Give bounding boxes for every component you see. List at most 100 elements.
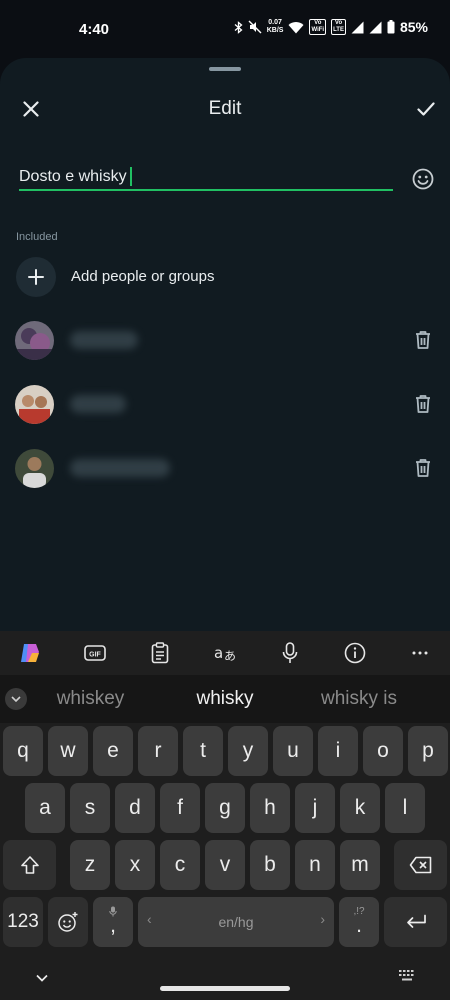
keyboard-toolbar: GIF aあ — [0, 631, 450, 675]
backspace-key[interactable] — [394, 840, 447, 890]
speed-value: 0.07 — [268, 19, 282, 26]
member-name-blurred — [70, 395, 126, 413]
text-cursor — [130, 167, 132, 187]
keyboard-icon — [399, 970, 414, 981]
key-o[interactable]: o — [363, 726, 403, 776]
enter-key[interactable] — [384, 897, 447, 947]
key-q[interactable]: q — [3, 726, 43, 776]
key-u[interactable]: u — [273, 726, 313, 776]
key-v[interactable]: v — [205, 840, 245, 890]
signal-icon-2 — [369, 21, 382, 33]
emoji-button[interactable] — [410, 166, 436, 192]
drag-handle[interactable] — [209, 67, 241, 71]
copilot-icon — [21, 644, 39, 662]
collapse-toolbar-button[interactable] — [5, 688, 27, 710]
key-s[interactable]: s — [70, 783, 110, 833]
copilot-button[interactable] — [18, 641, 42, 665]
member-row[interactable] — [0, 377, 450, 433]
status-bar: 4:40 0.07 KB/S Vo WiFi Vo LTE 85% — [0, 0, 450, 58]
suggestion-right[interactable]: whisky is — [303, 688, 415, 710]
member-name-blurred — [70, 459, 170, 477]
space-language-label: en/hg — [218, 914, 254, 930]
more-button[interactable] — [408, 641, 432, 665]
space-right-arrow: › — [320, 911, 325, 927]
period-key[interactable]: ,!? . — [339, 897, 379, 947]
enter-icon — [406, 914, 426, 928]
check-icon — [417, 102, 435, 116]
key-g[interactable]: g — [205, 783, 245, 833]
keyboard-switcher-button[interactable] — [398, 969, 416, 985]
key-e[interactable]: e — [93, 726, 133, 776]
clipboard-icon — [151, 642, 169, 664]
info-button[interactable] — [343, 641, 367, 665]
translate-icon: aあ — [214, 644, 236, 663]
sim2-top: Vo — [334, 20, 343, 26]
included-label: Included — [16, 231, 58, 243]
emoji-key[interactable] — [48, 897, 88, 947]
comma-key[interactable]: , — [93, 897, 133, 947]
list-name-field[interactable] — [19, 165, 393, 191]
key-l[interactable]: l — [385, 783, 425, 833]
plus-icon — [28, 269, 44, 285]
suggestion-strip: whiskey whisky whisky is — [0, 675, 450, 723]
add-people-row[interactable]: Add people or groups — [0, 254, 450, 300]
list-name-input[interactable] — [19, 165, 131, 189]
suggestion-left[interactable]: whiskey — [38, 688, 143, 710]
confirm-button[interactable] — [413, 96, 439, 122]
key-d[interactable]: d — [115, 783, 155, 833]
remove-member-button[interactable] — [411, 328, 435, 352]
key-t[interactable]: t — [183, 726, 223, 776]
sim1-badge: Vo WiFi — [309, 19, 327, 35]
edit-sheet: Edit Included Add people or groups — [0, 58, 450, 631]
key-n[interactable]: n — [295, 840, 335, 890]
key-z[interactable]: z — [70, 840, 110, 890]
signal-icon — [351, 21, 364, 33]
key-k[interactable]: k — [340, 783, 380, 833]
gif-button[interactable]: GIF — [83, 641, 107, 665]
key-p[interactable]: p — [408, 726, 448, 776]
key-h[interactable]: h — [250, 783, 290, 833]
hide-keyboard-button[interactable] — [33, 969, 51, 987]
svg-text:a: a — [214, 644, 223, 662]
key-b[interactable]: b — [250, 840, 290, 890]
shift-key[interactable] — [3, 840, 56, 890]
add-circle — [16, 257, 56, 297]
sim2-bottom: LTE — [333, 27, 344, 33]
remove-member-button[interactable] — [411, 456, 435, 480]
mic-button[interactable] — [278, 641, 302, 665]
chevron-down-icon — [11, 696, 21, 702]
numbers-key[interactable]: 123 — [3, 897, 43, 947]
key-w[interactable]: w — [48, 726, 88, 776]
battery-icon — [387, 20, 395, 34]
member-name-blurred — [70, 331, 138, 349]
key-r[interactable]: r — [138, 726, 178, 776]
comma-label: , — [110, 913, 116, 937]
chevron-down-icon — [36, 974, 48, 982]
key-a[interactable]: a — [25, 783, 65, 833]
backspace-icon — [409, 856, 431, 874]
space-left-arrow: ‹ — [147, 911, 152, 927]
sim1-top: Vo — [314, 20, 322, 26]
trash-icon — [416, 459, 430, 477]
key-c[interactable]: c — [160, 840, 200, 890]
sim2-badge: Vo LTE — [331, 19, 346, 35]
member-row[interactable] — [0, 441, 450, 497]
wifi-icon — [288, 21, 304, 33]
suggestion-center[interactable]: whisky — [172, 688, 278, 710]
key-f[interactable]: f — [160, 783, 200, 833]
member-row[interactable] — [0, 313, 450, 369]
remove-member-button[interactable] — [411, 392, 435, 416]
key-j[interactable]: j — [295, 783, 335, 833]
space-bar[interactable]: ‹ en/hg › — [138, 897, 334, 947]
info-icon — [344, 642, 366, 664]
shift-icon — [20, 856, 39, 874]
clipboard-button[interactable] — [148, 641, 172, 665]
home-indicator[interactable] — [160, 986, 290, 991]
key-i[interactable]: i — [318, 726, 358, 776]
key-x[interactable]: x — [115, 840, 155, 890]
translate-button[interactable]: aあ — [213, 641, 237, 665]
speed-unit: KB/S — [266, 27, 284, 34]
gif-icon: GIF — [84, 645, 106, 661]
key-m[interactable]: m — [340, 840, 380, 890]
key-y[interactable]: y — [228, 726, 268, 776]
